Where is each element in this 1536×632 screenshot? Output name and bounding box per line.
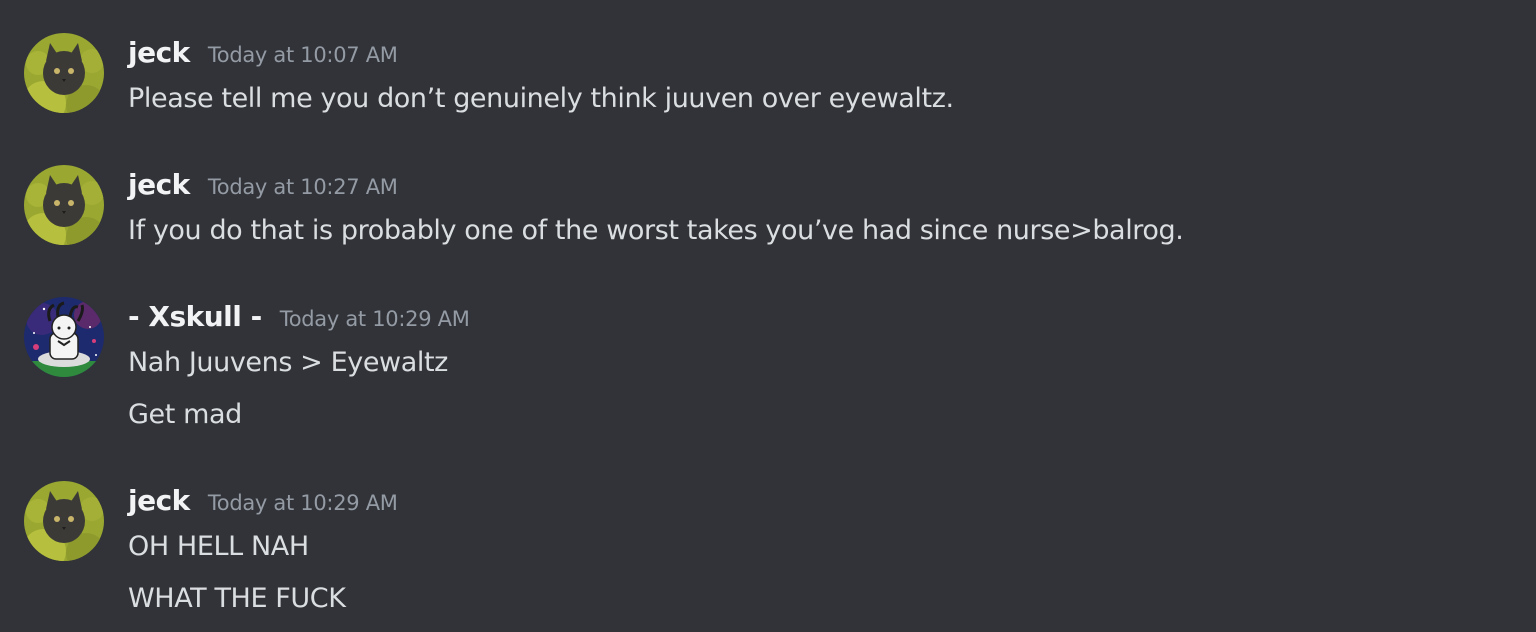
message-header: jeck Today at 10:27 AM	[128, 165, 1536, 205]
timestamp[interactable]: Today at 10:29 AM	[208, 491, 398, 515]
timestamp[interactable]: Today at 10:07 AM	[208, 43, 398, 67]
timestamp[interactable]: Today at 10:27 AM	[208, 175, 398, 199]
message-content: If you do that is probably one of the wo…	[128, 215, 1184, 246]
chat-message: jeck Today at 10:29 AM OH HELL NAH WHAT …	[0, 481, 1536, 625]
message-content: WHAT THE FUCK	[128, 583, 346, 614]
message-content: Nah Juuvens > Eyewaltz	[128, 347, 448, 378]
chat-message: - Xskull - Today at 10:29 AM Nah Juuvens…	[0, 297, 1536, 441]
message-header: jeck Today at 10:07 AM	[128, 33, 1536, 73]
message-header: - Xskull - Today at 10:29 AM	[128, 297, 1536, 337]
message-header: jeck Today at 10:29 AM	[128, 481, 1536, 521]
chat-message-list: jeck Today at 10:07 AM Please tell me yo…	[0, 0, 1536, 632]
cat-avatar-icon[interactable]	[24, 33, 104, 113]
cat-avatar-icon[interactable]	[24, 165, 104, 245]
username[interactable]: - Xskull -	[128, 297, 262, 337]
space-character-avatar-icon[interactable]	[24, 297, 104, 377]
username[interactable]: jeck	[128, 165, 190, 205]
chat-message: jeck Today at 10:27 AM If you do that is…	[0, 165, 1536, 257]
timestamp[interactable]: Today at 10:29 AM	[280, 307, 470, 331]
message-content: Get mad	[128, 399, 242, 430]
message-content: OH HELL NAH	[128, 531, 309, 562]
username[interactable]: jeck	[128, 33, 190, 73]
message-content: Please tell me you don’t genuinely think…	[128, 83, 954, 114]
username[interactable]: jeck	[128, 481, 190, 521]
cat-avatar-icon[interactable]	[24, 481, 104, 561]
chat-message: jeck Today at 10:07 AM Please tell me yo…	[0, 33, 1536, 125]
